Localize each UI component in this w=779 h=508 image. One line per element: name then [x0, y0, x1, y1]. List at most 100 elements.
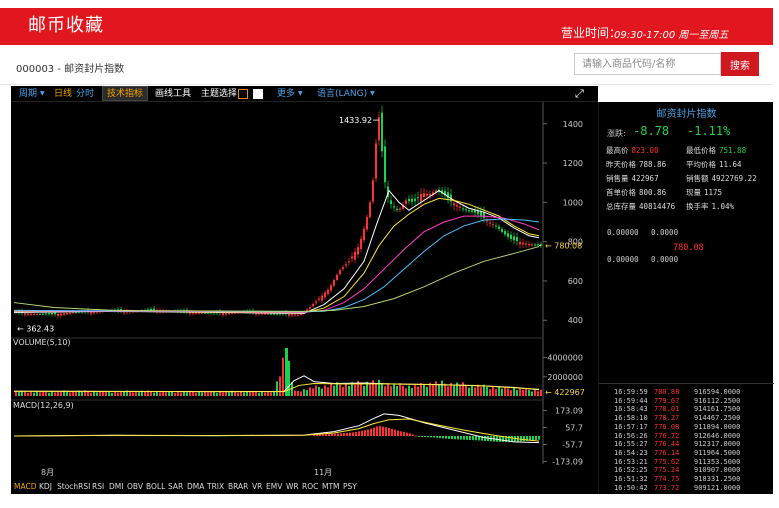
- volume-bar: [438, 384, 440, 396]
- macd-histogram-bar: [397, 430, 399, 436]
- volume-bar: [402, 385, 404, 396]
- candle-body: [48, 313, 50, 315]
- candle-body: [330, 285, 332, 291]
- indicator-tab-dmi[interactable]: DMI: [109, 482, 123, 491]
- search-input[interactable]: [574, 53, 721, 75]
- trade-amount: 910907.0000: [694, 466, 741, 475]
- indicator-tab-mtm[interactable]: MTM: [322, 482, 340, 491]
- volume-bar: [495, 388, 497, 396]
- macd-histogram-bar: [400, 431, 402, 436]
- volume-bar: [255, 391, 257, 396]
- volume-bar: [258, 392, 260, 396]
- stat-label: 现量: [686, 188, 701, 197]
- candle-body: [72, 312, 74, 314]
- volume-bar: [387, 383, 389, 396]
- draw-tools-button[interactable]: 画线工具: [155, 87, 191, 101]
- fullscreen-icon[interactable]: ⤢: [575, 87, 584, 101]
- candle-body: [420, 193, 422, 202]
- candle-body: [411, 198, 413, 202]
- volume-bar: [468, 387, 470, 396]
- volume-bar: [159, 392, 161, 396]
- macd-histogram-bar: [460, 436, 462, 440]
- more-menu[interactable]: 更多 ▼: [277, 87, 303, 101]
- volume-bar: [378, 379, 380, 396]
- trade-time: 16:50:42: [614, 483, 648, 492]
- candle-body: [522, 242, 524, 245]
- volume-bar: [342, 387, 344, 396]
- price-tick-label: 600: [568, 277, 583, 286]
- chart-area[interactable]: 1400 1200 1000 800 600 400 1433.92 ← 362.43 ← 78…: [11, 102, 598, 494]
- volume-bar: [60, 391, 62, 396]
- indicator-tab-psy[interactable]: PSY: [343, 482, 357, 491]
- indicator-tab-stochrsi[interactable]: StochRSI: [57, 482, 90, 491]
- volume-bar: [420, 383, 422, 396]
- candle-body: [372, 180, 374, 202]
- macd-histogram-bar: [394, 429, 396, 436]
- indicator-tab-trix[interactable]: TRIX: [207, 482, 224, 491]
- stat-turnover-rate: 换手率 1.04%: [686, 201, 734, 212]
- indicator-tab-brar[interactable]: BRAR: [228, 482, 248, 491]
- trade-time: 16:58:43: [614, 405, 648, 414]
- stat-value: 4922769.22: [711, 174, 757, 183]
- indicator-tab-macd[interactable]: MACD: [14, 482, 36, 491]
- candle-body: [381, 112, 383, 152]
- candle-body: [426, 193, 428, 196]
- volume-bar: [201, 392, 203, 396]
- x-axis-label: 11月: [314, 468, 332, 477]
- change-percent: -1.11%: [687, 124, 731, 138]
- indicator-tab-kdj[interactable]: KDJ: [39, 482, 52, 491]
- volume-bar: [192, 391, 194, 396]
- moving-average-line: [13, 246, 540, 312]
- indicator-tab-sar[interactable]: SAR: [168, 482, 183, 491]
- theme-swatch-white[interactable]: [253, 89, 263, 99]
- volume-bar: [354, 384, 356, 396]
- macd-histogram-bar: [466, 436, 468, 440]
- indicator-tab-dma[interactable]: DMA: [187, 482, 204, 491]
- daily-button[interactable]: 日线: [54, 87, 72, 101]
- indicator-tab-obv[interactable]: OBV: [127, 482, 143, 491]
- volume-bar: [144, 391, 146, 396]
- indicator-tab-emv[interactable]: EMV: [266, 482, 282, 491]
- indicator-tab-vr[interactable]: VR: [252, 482, 262, 491]
- chart-canvas[interactable]: 1400120010008006004001433.92← 362.43← 78…: [11, 102, 598, 494]
- site-brand[interactable]: 邮币收藏: [28, 11, 104, 37]
- period-menu[interactable]: 周期 ▼: [19, 87, 45, 101]
- macd-histogram-bar: [343, 433, 345, 436]
- volume-bar: [207, 392, 209, 396]
- language-menu[interactable]: 语言(LANG) ▼: [317, 87, 375, 101]
- candle-body: [489, 222, 491, 224]
- volume-bar: [75, 391, 77, 396]
- indicators-button[interactable]: 技术指标: [102, 86, 149, 101]
- volume-bar: [348, 385, 350, 396]
- candle-body: [366, 217, 368, 230]
- theme-swatch-orange[interactable]: [238, 89, 248, 99]
- volume-bar: [339, 384, 341, 396]
- candle-body: [63, 313, 65, 315]
- timeshare-button[interactable]: 分时: [76, 87, 94, 101]
- volume-bar: [156, 391, 158, 396]
- indicator-tab-wr[interactable]: WR: [286, 482, 299, 491]
- candle-body: [531, 244, 533, 246]
- search-button[interactable]: 搜索: [721, 52, 759, 76]
- volume-bar: [513, 388, 515, 396]
- volume-bar: [393, 383, 395, 396]
- volume-bar: [66, 391, 68, 396]
- volume-bar: [249, 392, 251, 396]
- trade-price: 776.14: [654, 448, 680, 457]
- trade-price: 775.62: [654, 457, 680, 466]
- volume-bar: [303, 389, 305, 396]
- macd-histogram-bar: [535, 436, 537, 440]
- period-label: 周期: [19, 89, 38, 99]
- candle-body: [375, 143, 377, 179]
- indicator-tab-boll[interactable]: BOLL: [146, 482, 165, 491]
- candle-body: [348, 261, 350, 263]
- volume-bar: [54, 392, 56, 396]
- volume-bar: [417, 386, 419, 396]
- volume-bar: [27, 392, 29, 396]
- volume-bar: [333, 385, 335, 396]
- indicator-tab-roc[interactable]: ROC: [302, 482, 318, 491]
- candle-body: [318, 298, 320, 300]
- macd-histogram-bar: [457, 436, 459, 440]
- macd-histogram-bar: [484, 436, 486, 441]
- indicator-tab-rsi[interactable]: RSI: [92, 482, 104, 491]
